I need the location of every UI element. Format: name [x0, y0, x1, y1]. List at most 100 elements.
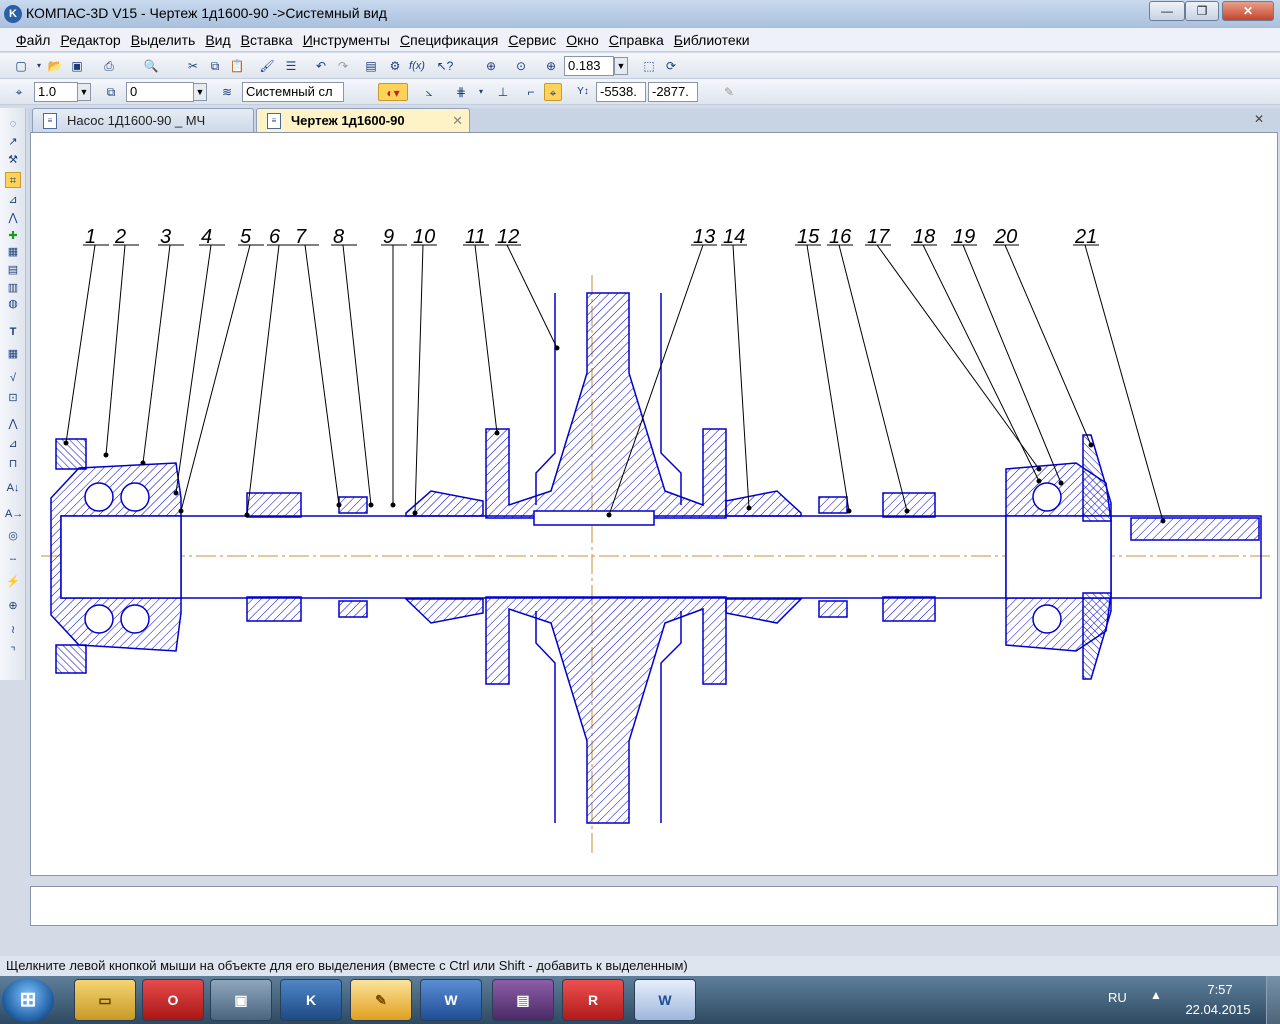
menu-item-9[interactable]: Справка: [604, 28, 669, 48]
geometry-icon[interactable]: ◌: [5, 116, 21, 132]
kompas-app-icon[interactable]: K: [4, 5, 22, 23]
break-line-icon[interactable]: ⌝: [5, 644, 21, 660]
select-icon[interactable]: ▦: [5, 244, 21, 260]
callout-2[interactable]: 2: [114, 226, 126, 248]
device-app-icon[interactable]: ▣: [210, 979, 272, 1021]
undo-icon[interactable]: ↶: [312, 57, 330, 75]
menu-item-1[interactable]: Редактор: [55, 28, 125, 48]
open-file-icon[interactable]: 📂: [46, 57, 64, 75]
zoom-in-icon[interactable]: ⊕: [542, 57, 560, 75]
winrar-icon[interactable]: ▤: [492, 979, 554, 1021]
properties-panel[interactable]: [30, 886, 1278, 926]
properties-icon[interactable]: ☰: [282, 57, 300, 75]
axis-icon[interactable]: ◎: [5, 528, 21, 544]
tray-expand-icon[interactable]: ▲: [1150, 988, 1162, 1002]
cursor-snap-icon[interactable]: ⌖: [544, 83, 562, 101]
drawing-canvas[interactable]: 1 2 3 4 5 6 7 8 9 10 11 12 13 14 15 16 17 18 19 20 21: [30, 132, 1278, 876]
callout-15[interactable]: 15: [797, 226, 820, 248]
show-all-icon[interactable]: ⬚: [640, 57, 658, 75]
base-icon[interactable]: ⋀: [5, 416, 21, 432]
word-icon[interactable]: W: [420, 979, 482, 1021]
cut-icon[interactable]: ✂: [184, 57, 202, 75]
clock-date[interactable]: 22.04.2015: [1178, 1002, 1258, 1017]
table-icon[interactable]: ▦: [5, 346, 21, 362]
callout-1[interactable]: 1: [85, 226, 96, 248]
notes-app-icon[interactable]: ✎: [350, 979, 412, 1021]
explorer-folder-icon[interactable]: ▭: [74, 979, 136, 1021]
new-file-icon[interactable]: ▢: [12, 57, 30, 75]
callout-21[interactable]: 21: [1074, 226, 1097, 248]
round-icon[interactable]: ⌐: [522, 83, 540, 101]
local-cs-icon[interactable]: ⦣: [420, 83, 438, 101]
callout-9[interactable]: 9: [383, 226, 394, 248]
callout-8[interactable]: 8: [333, 226, 344, 248]
menu-item-4[interactable]: Вставка: [236, 28, 298, 48]
opera-icon[interactable]: O: [142, 979, 204, 1021]
layer-icon[interactable]: ≋: [218, 83, 236, 101]
crosshair-icon[interactable]: ⊕: [5, 598, 21, 614]
spec-icon[interactable]: ▥: [5, 280, 21, 296]
variables-icon[interactable]: ⚙: [386, 57, 404, 75]
associative-views-icon[interactable]: ▤: [5, 262, 21, 278]
menu-item-2[interactable]: Выделить: [126, 28, 201, 48]
preview-icon[interactable]: 🔍: [142, 57, 160, 75]
minimize-button[interactable]: —: [1149, 1, 1185, 21]
callout-16[interactable]: 16: [829, 226, 852, 248]
save-icon[interactable]: ▣: [68, 57, 86, 75]
menu-item-3[interactable]: Вид: [200, 28, 235, 48]
callout-3[interactable]: 3: [160, 226, 171, 248]
callout-7[interactable]: 7: [295, 226, 307, 248]
center-mark-icon[interactable]: ╌: [5, 552, 21, 568]
refresh-icon[interactable]: ⟳: [662, 57, 680, 75]
callout-6[interactable]: 6: [269, 226, 281, 248]
callout-11[interactable]: 11: [465, 226, 486, 248]
reports-icon[interactable]: ◍: [5, 296, 21, 312]
callout-18[interactable]: 18: [913, 226, 935, 248]
leader-icon[interactable]: ⊡: [5, 390, 21, 406]
redo-icon[interactable]: ↷: [334, 57, 352, 75]
measure-icon[interactable]: ✚: [5, 228, 21, 244]
maximize-button[interactable]: ❐: [1185, 1, 1219, 21]
step-field[interactable]: 1.0: [34, 82, 78, 102]
grid-icon[interactable]: ⋕: [452, 83, 470, 101]
help-pointer-icon[interactable]: ↖?: [436, 57, 454, 75]
tab-drawing[interactable]: ≡ Чертеж 1д1600-90 ✕: [256, 108, 470, 132]
menu-item-5[interactable]: Инструменты: [298, 28, 395, 48]
parameters-icon[interactable]: ✎: [720, 83, 738, 101]
callout-10[interactable]: 10: [413, 226, 435, 248]
dimensions-icon[interactable]: ↗: [5, 134, 21, 150]
print-icon[interactable]: ⎙: [100, 57, 118, 75]
language-indicator[interactable]: RU: [1108, 990, 1127, 1005]
word-document-icon[interactable]: W: [634, 979, 696, 1021]
snap-magnet-icon[interactable]: ◐▾: [378, 83, 408, 101]
callout-14[interactable]: 14: [723, 226, 745, 248]
cursor-step-icon[interactable]: ⌖: [10, 83, 28, 101]
tab-model-pump[interactable]: ≡ Насос 1Д1600-90 _ МЧ: [32, 108, 254, 132]
coord-y-field[interactable]: -2877.: [648, 82, 698, 102]
show-desktop-button[interactable]: [1266, 976, 1280, 1024]
callout-13[interactable]: 13: [693, 226, 715, 248]
paste-icon[interactable]: 📋: [228, 57, 246, 75]
tab-close-icon[interactable]: ✕: [452, 109, 463, 133]
text-icon[interactable]: T: [5, 324, 21, 340]
callout-4[interactable]: 4: [201, 226, 212, 248]
wave-line-icon[interactable]: ≀: [5, 622, 21, 638]
hammer-icon[interactable]: ⚒: [5, 152, 21, 168]
roughness-icon[interactable]: √: [5, 370, 21, 386]
current-view-icon[interactable]: ⧉: [102, 83, 120, 101]
pdf-reader-icon[interactable]: R: [562, 979, 624, 1021]
callout-12[interactable]: 12: [497, 226, 519, 248]
callout-5[interactable]: 5: [240, 226, 252, 248]
layer-field[interactable]: Системный сл: [242, 82, 344, 102]
edit-icon[interactable]: ⊿: [5, 192, 21, 208]
callout-17[interactable]: 17: [867, 226, 890, 248]
angle-field[interactable]: 0: [126, 82, 194, 102]
tolerance-icon[interactable]: ⊿: [5, 436, 21, 452]
angle-dropdown-icon[interactable]: ▼: [193, 83, 207, 101]
menu-item-7[interactable]: Сервис: [503, 28, 561, 48]
zoom-dropdown-icon[interactable]: ▼: [614, 57, 628, 75]
format-brush-icon[interactable]: 🖌: [258, 57, 276, 75]
function-icon[interactable]: f(x): [408, 57, 426, 75]
drawing-svg[interactable]: 1 2 3 4 5 6 7 8 9 10 11 12 13 14 15 16 17 18 19 20 21: [31, 133, 1277, 875]
menu-item-8[interactable]: Окно: [561, 28, 604, 48]
